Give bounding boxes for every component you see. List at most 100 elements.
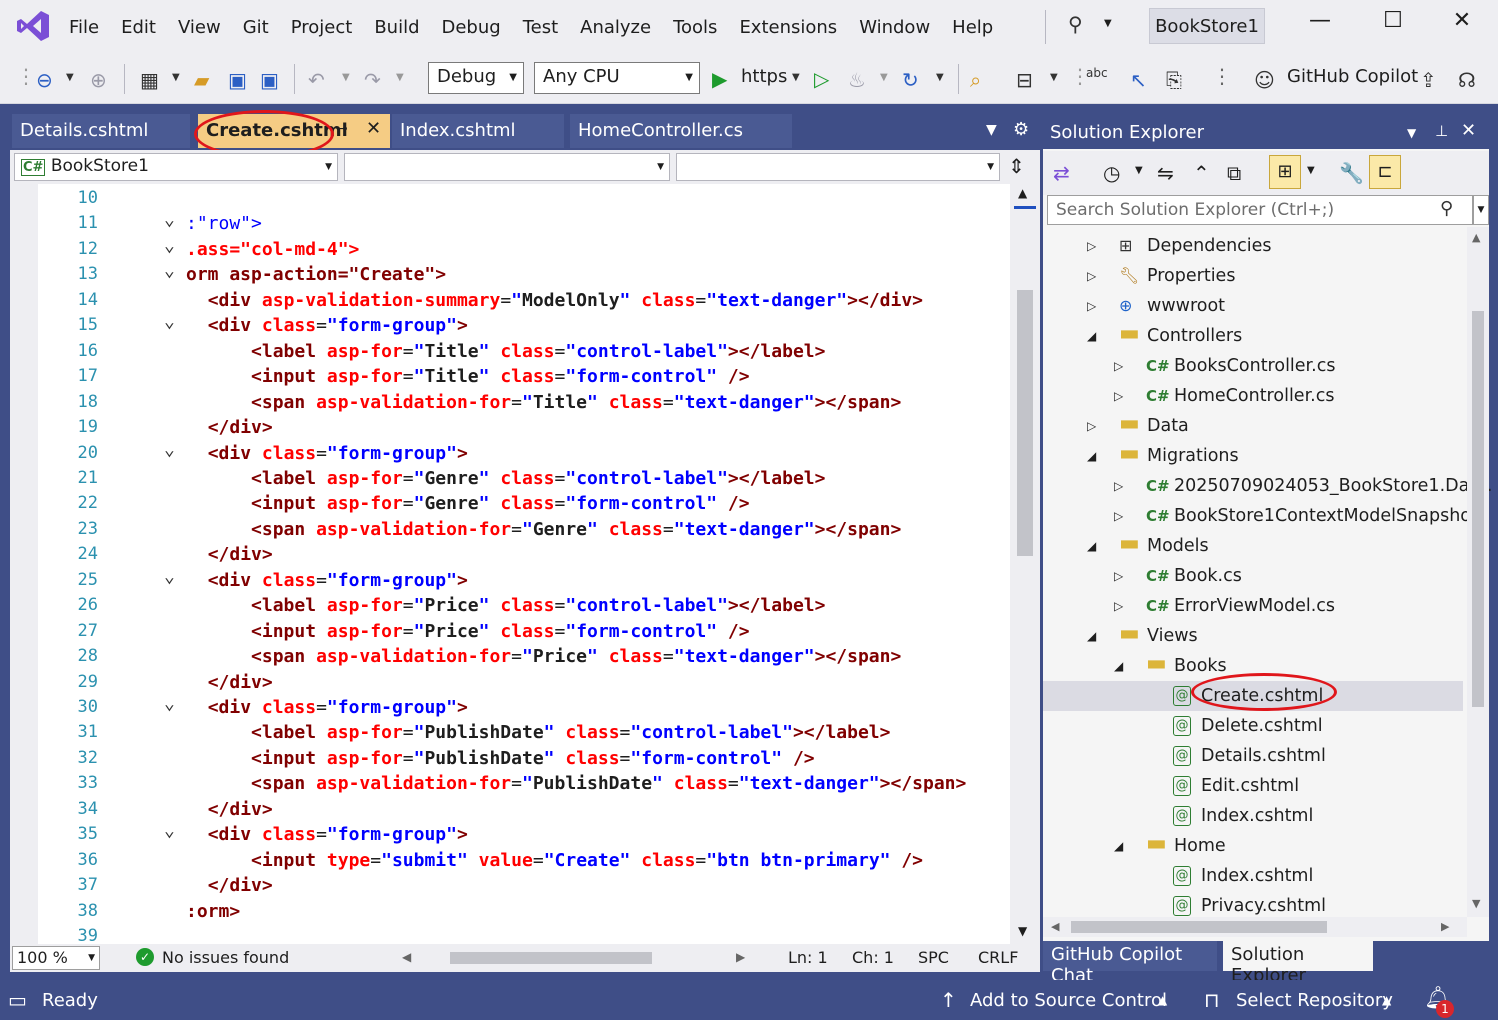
member-scope-select[interactable]: ▼ <box>676 153 1000 181</box>
add-to-source-control[interactable]: Add to Source Control <box>970 990 1167 1011</box>
tree-item[interactable]: @ Edit.cshtml <box>1043 771 1463 801</box>
platform-select[interactable]: Any CPU ▼ <box>534 62 700 94</box>
tree-item[interactable]: ▷ C# ErrorViewModel.cs <box>1043 591 1463 621</box>
code-line[interactable]: 37 </div> <box>38 873 1010 899</box>
code-line[interactable]: 12 ⌄ .ass="col-md-4"> <box>38 235 1010 263</box>
tree-item[interactable]: ◢ ▬ Home <box>1043 831 1463 861</box>
menu-build[interactable]: Build <box>363 17 430 38</box>
fold-toggle-icon[interactable]: ⌄ <box>164 258 175 284</box>
chevron-down-icon[interactable]: ▼ <box>66 72 74 83</box>
open-folder-icon[interactable]: ▰ <box>194 68 209 92</box>
horizontal-scroll-thumb[interactable] <box>450 952 652 964</box>
menu-view[interactable]: View <box>167 17 232 38</box>
tree-item[interactable]: ▷ 🔧︎ Properties <box>1043 261 1463 291</box>
fold-toggle-icon[interactable]: ⌄ <box>164 564 175 590</box>
code-line[interactable]: 20 ⌄ <div class="form-group"> <box>38 439 1010 467</box>
share-icon[interactable]: ⇪ <box>1420 68 1437 92</box>
copilot-icon[interactable]: ☺ <box>1254 68 1275 92</box>
collapse-arrow-icon[interactable]: ◢ <box>1114 651 1123 681</box>
code-line[interactable]: 28 <span asp-validation-for="Price" clas… <box>38 644 1010 670</box>
tab-github-copilot-chat[interactable]: GitHub Copilot Chat <box>1043 941 1217 986</box>
chevron-down-icon[interactable]: ▼ <box>342 72 350 83</box>
search-options-icon[interactable]: ▼ <box>1473 195 1489 225</box>
collapse-arrow-icon[interactable]: ◢ <box>1087 321 1096 351</box>
scroll-thumb[interactable] <box>1472 311 1484 707</box>
menu-test[interactable]: Test <box>512 17 569 38</box>
tab-solution-explorer[interactable]: Solution Explorer <box>1223 941 1373 986</box>
tree-item[interactable]: ◢ ▬ Controllers <box>1043 321 1463 351</box>
undo-icon[interactable]: ↶ <box>308 68 325 92</box>
tree-item[interactable]: ▷ C# 20250709024053_BookStore1.Data. <box>1043 471 1492 501</box>
scroll-up-icon[interactable]: ▲ <box>1472 231 1480 244</box>
chevron-down-icon[interactable]: ▼ <box>1050 72 1058 83</box>
chevron-down-icon[interactable]: ▼ <box>1135 165 1143 176</box>
navigate-forward-icon[interactable]: ⊕ <box>90 68 107 92</box>
code-line[interactable]: 11 ⌄:"row"> <box>38 209 1010 237</box>
start-debugging-icon[interactable]: ▶ <box>712 67 727 91</box>
tab-details-cshtml[interactable]: Details.cshtml <box>12 114 190 148</box>
copy-icon[interactable]: ⧉ <box>1227 161 1241 185</box>
close-icon[interactable]: ✕ <box>1442 8 1482 33</box>
pointer-icon[interactable]: ↖ <box>1130 68 1147 92</box>
hot-reload-icon[interactable]: ♨ <box>848 68 866 92</box>
chevron-down-icon[interactable]: ▼ <box>1407 126 1416 140</box>
expand-arrow-icon[interactable]: ▷ <box>1114 561 1123 591</box>
expand-arrow-icon[interactable]: ▷ <box>1114 351 1123 381</box>
split-editor-icon[interactable]: ⇕ <box>1008 154 1025 178</box>
collapse-all-icon[interactable]: ⌃ <box>1193 161 1210 185</box>
scroll-down-icon[interactable]: ▼ <box>1018 924 1027 938</box>
scroll-right-icon[interactable]: ▶ <box>736 950 745 964</box>
chevron-down-icon[interactable]: ▼ <box>172 72 180 83</box>
solution-horizontal-scrollbar[interactable]: ◀ ▶ <box>1043 917 1467 937</box>
tab-list-dropdown-icon[interactable]: ▼ <box>986 122 997 138</box>
code-line[interactable]: 30 ⌄ <div class="form-group"> <box>38 693 1010 721</box>
close-tab-icon[interactable]: ✕ <box>366 118 381 139</box>
code-line[interactable]: 15 ⌄ <div class="form-group"> <box>38 311 1010 339</box>
refresh-icon[interactable]: ↻ <box>902 68 919 92</box>
type-scope-select[interactable]: ▼ <box>344 153 670 181</box>
menu-file[interactable]: File <box>58 17 110 38</box>
code-line[interactable]: 36 <input type="submit" value="Create" c… <box>38 848 1010 874</box>
close-icon[interactable]: ✕ <box>1461 120 1476 141</box>
code-line[interactable]: 14 <div asp-validation-summary="ModelOnl… <box>38 288 1010 314</box>
find-in-files-icon[interactable]: ⌕ <box>970 68 981 92</box>
tree-item[interactable]: @ Index.cshtml <box>1043 861 1463 891</box>
code-line[interactable]: 17 <input asp-for="Title" class="form-co… <box>38 364 1010 390</box>
chevron-down-icon[interactable]: ▼ <box>396 72 404 83</box>
fold-toggle-icon[interactable]: ⌄ <box>164 309 175 335</box>
tree-item[interactable]: ◢ ▬ Views <box>1043 621 1463 651</box>
scroll-down-icon[interactable]: ▼ <box>1472 897 1480 910</box>
expand-arrow-icon[interactable]: ▷ <box>1114 381 1123 411</box>
tab-homecontroller-cs[interactable]: HomeController.cs <box>570 114 792 148</box>
expand-arrow-icon[interactable]: ▷ <box>1114 501 1123 531</box>
scroll-left-icon[interactable]: ◀ <box>402 950 411 964</box>
save-icon[interactable]: ▣ <box>228 68 247 92</box>
tree-item[interactable]: ▷ C# HomeController.cs <box>1043 381 1463 411</box>
configuration-select[interactable]: Debug ▼ <box>428 62 524 94</box>
expand-arrow-icon[interactable]: ▷ <box>1114 471 1123 501</box>
code-line[interactable]: 19 </div> <box>38 415 1010 441</box>
clipboard-icon[interactable]: ⎘ <box>1166 68 1182 92</box>
chevron-down-icon[interactable]: ▼ <box>1307 165 1315 176</box>
select-repository[interactable]: Select Repository <box>1236 990 1393 1011</box>
tree-item[interactable]: ▷ ⊞ Dependencies <box>1043 231 1463 261</box>
column-indicator[interactable]: Ch: 1 <box>852 948 894 967</box>
code-line[interactable]: 27 <input asp-for="Price" class="form-co… <box>38 619 1010 645</box>
chevron-up-icon[interactable]: ▲ <box>1158 993 1167 1007</box>
code-line[interactable]: 25 ⌄ <div class="form-group"> <box>38 566 1010 594</box>
scroll-thumb[interactable] <box>1017 290 1033 556</box>
scroll-right-icon[interactable]: ▶ <box>1441 920 1449 933</box>
pending-changes-icon[interactable]: ◷ <box>1103 161 1120 185</box>
fold-toggle-icon[interactable]: ⌄ <box>164 691 175 717</box>
code-line[interactable]: 23 <span asp-validation-for="Genre" clas… <box>38 517 1010 543</box>
tree-item[interactable]: ▷ C# Book.cs <box>1043 561 1463 591</box>
switch-views-icon[interactable]: ⇄ <box>1053 161 1070 185</box>
preview-selected-icon[interactable]: ⊏ <box>1369 155 1401 189</box>
copilot-label[interactable]: GitHub Copilot <box>1287 66 1418 87</box>
project-scope-select[interactable]: C# BookStore1 ▼ <box>14 153 338 181</box>
menu-help[interactable]: Help <box>941 17 1004 38</box>
code-line[interactable]: 26 <label asp-for="Price" class="control… <box>38 593 1010 619</box>
whitespace-indicator[interactable]: SPC <box>918 948 949 967</box>
menu-debug[interactable]: Debug <box>431 17 512 38</box>
minimize-icon[interactable]: — <box>1300 8 1340 33</box>
